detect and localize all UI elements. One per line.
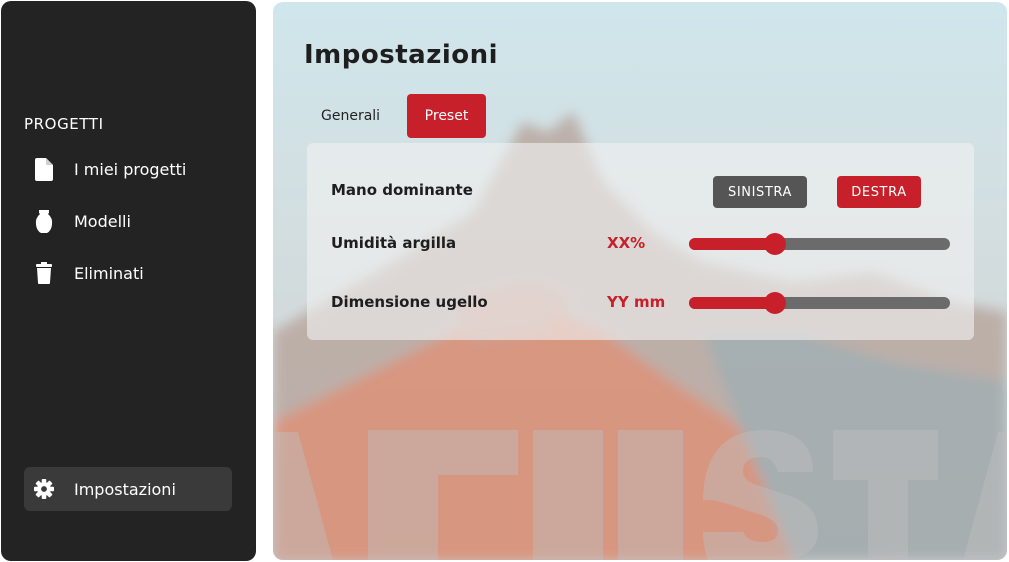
nozzle-size-value: YY mm bbox=[607, 293, 666, 311]
sidebar-item-deleted[interactable]: Eliminati bbox=[24, 251, 232, 295]
tab-preset[interactable]: Preset bbox=[407, 94, 486, 138]
vase-icon bbox=[34, 209, 54, 233]
humidity-slider[interactable] bbox=[689, 233, 950, 255]
trash-icon bbox=[34, 261, 54, 285]
preset-settings-panel: Mano dominante SINISTRA DESTRA Umidità a… bbox=[307, 143, 974, 340]
gear-icon bbox=[34, 477, 54, 501]
sidebar-item-label: Modelli bbox=[74, 211, 131, 231]
humidity-value: XX% bbox=[607, 234, 646, 252]
left-hand-button[interactable]: SINISTRA bbox=[713, 176, 807, 208]
sidebar-item-models[interactable]: Modelli bbox=[24, 199, 232, 243]
sidebar-item-label: Impostazioni bbox=[74, 479, 176, 499]
document-icon bbox=[34, 157, 54, 181]
sidebar-item-label: Eliminati bbox=[74, 263, 144, 283]
sidebar-item-my-projects[interactable]: I miei progetti bbox=[24, 147, 232, 191]
slider-thumb[interactable] bbox=[764, 233, 787, 255]
sidebar-section-title: PROGETTI bbox=[24, 115, 104, 133]
sidebar: PROGETTI I miei progetti Modelli Elimina… bbox=[1, 1, 256, 561]
sidebar-item-label: I miei progetti bbox=[74, 159, 187, 179]
slider-thumb[interactable] bbox=[764, 292, 787, 314]
humidity-label: Umidità argilla bbox=[331, 234, 457, 252]
dominant-hand-label: Mano dominante bbox=[331, 181, 473, 199]
right-hand-button[interactable]: DESTRA bbox=[837, 176, 921, 208]
tab-generali[interactable]: Generali bbox=[305, 94, 396, 138]
settings-main: Impostazioni Generali Preset Mano domina… bbox=[273, 2, 1007, 560]
nozzle-size-label: Dimensione ugello bbox=[331, 293, 488, 311]
sidebar-item-settings[interactable]: Impostazioni bbox=[24, 467, 232, 511]
slider-fill bbox=[689, 297, 776, 309]
page-title: Impostazioni bbox=[304, 40, 499, 70]
slider-fill bbox=[689, 238, 776, 250]
nozzle-size-slider[interactable] bbox=[689, 292, 950, 314]
